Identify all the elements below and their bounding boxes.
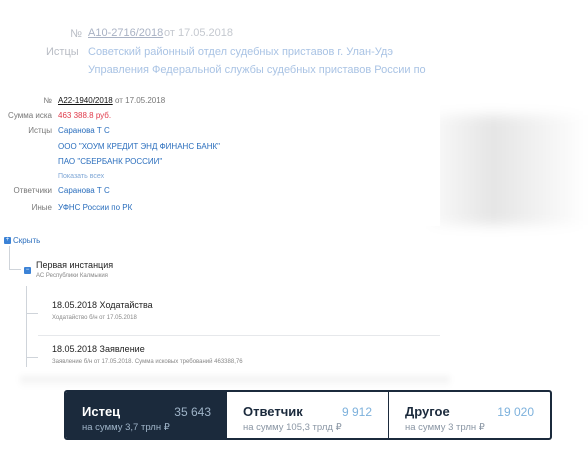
event-title: 18.05.2018 Заявление [52, 344, 145, 354]
role-stats-bar: Истец 35 643 на сумму 3,7 трлн ₽ Ответчи… [64, 390, 552, 440]
background-case-card: № А10-2716/2018 от 17.05.2018 Истцы Сове… [0, 0, 588, 90]
stat-label: Истец [82, 404, 121, 419]
stat-label: Ответчик [243, 404, 303, 419]
instance-court: АС Республики Калмыкия [36, 273, 108, 279]
bg-plaintiff-link[interactable]: Советский районный отдел судебных приста… [88, 46, 393, 58]
instance-title: Первая инстанция [36, 260, 114, 270]
case-number[interactable]: А22-1940/2018 [58, 96, 113, 105]
bg-case-date: от 17.05.2018 [164, 27, 234, 39]
event-item[interactable]: 18.05.2018 Ходатайства Ходатайство б/н о… [38, 294, 438, 334]
stat-plaintiff-tab[interactable]: Истец 35 643 на сумму 3,7 трлн ₽ [66, 392, 227, 438]
minus-icon[interactable]: − [24, 267, 31, 274]
event-title: 18.05.2018 Ходатайства [52, 300, 153, 310]
stat-sum: на сумму 3 трлн ₽ [405, 422, 485, 433]
case-number-label: № [43, 96, 52, 105]
bg-plaintiff-link-cont[interactable]: Управления Федеральной службы судебных п… [88, 64, 426, 76]
plaintiff-link-3[interactable]: ПАО "СБЕРБАНК РОССИИ" [58, 157, 162, 166]
claim-amount: 463 388.8 руб. [58, 111, 112, 120]
tree-line [26, 313, 38, 314]
plaintiff-link-2[interactable]: ООО "ХОУМ КРЕДИТ ЭНД ФИНАНС БАНК" [58, 142, 220, 151]
defendants-label: Ответчики [13, 186, 53, 195]
case-date: от 17.05.2018 [114, 96, 166, 105]
bg-case-number[interactable]: А10-2716/2018 [88, 27, 163, 39]
stat-label: Другое [405, 404, 450, 419]
bg-number-label: № [70, 28, 82, 40]
event-detail: Заявление б/н от 17.05.2018. Сумма исков… [52, 359, 243, 365]
panel-shadow [20, 376, 450, 388]
tree-line [26, 357, 38, 358]
plaintiffs-label: Истцы [28, 126, 52, 135]
event-detail: Ходатайство б/н от 17.05.2018 [52, 315, 137, 321]
tree-line [9, 269, 21, 270]
show-all-link[interactable]: Показать всех [58, 173, 104, 180]
amount-label: Сумма иска [8, 111, 52, 120]
tree-line [26, 282, 27, 367]
defendant-link[interactable]: Саранова Т С [58, 186, 110, 195]
case-card: № А22-1940/2018 от 17.05.2018 Сумма иска… [0, 90, 440, 226]
stat-other-tab[interactable]: Другое 19 020 на сумму 3 трлн ₽ [389, 392, 550, 438]
divider [38, 335, 440, 336]
hide-toggle-label: Скрыть [13, 236, 41, 245]
stat-count: 9 912 [341, 405, 372, 419]
other-party-link[interactable]: УФНС России по РК [58, 203, 132, 212]
plus-icon: + [4, 237, 11, 244]
stat-count: 19 020 [497, 405, 534, 419]
case-number-row: А22-1940/2018 от 17.05.2018 [58, 96, 165, 105]
card-shadow [430, 115, 588, 225]
instance-node[interactable]: − Первая инстанция АС Республики Калмыки… [22, 252, 442, 286]
tree-line [9, 246, 10, 270]
stat-sum: на сумму 105,3 трлд ₽ [243, 422, 342, 433]
stat-sum: на сумму 3,7 трлн ₽ [82, 422, 170, 433]
hide-toggle[interactable]: + Скрыть [4, 236, 40, 245]
event-item[interactable]: 18.05.2018 Заявление Заявление б/н от 17… [38, 338, 438, 378]
bg-plaintiffs-label: Истцы [46, 46, 79, 58]
stat-defendant-tab[interactable]: Ответчик 9 912 на сумму 105,3 трлд ₽ [227, 392, 389, 438]
plaintiff-link-1[interactable]: Саранова Т С [58, 126, 110, 135]
stat-count: 35 643 [174, 405, 211, 419]
others-label: Иные [31, 203, 52, 212]
